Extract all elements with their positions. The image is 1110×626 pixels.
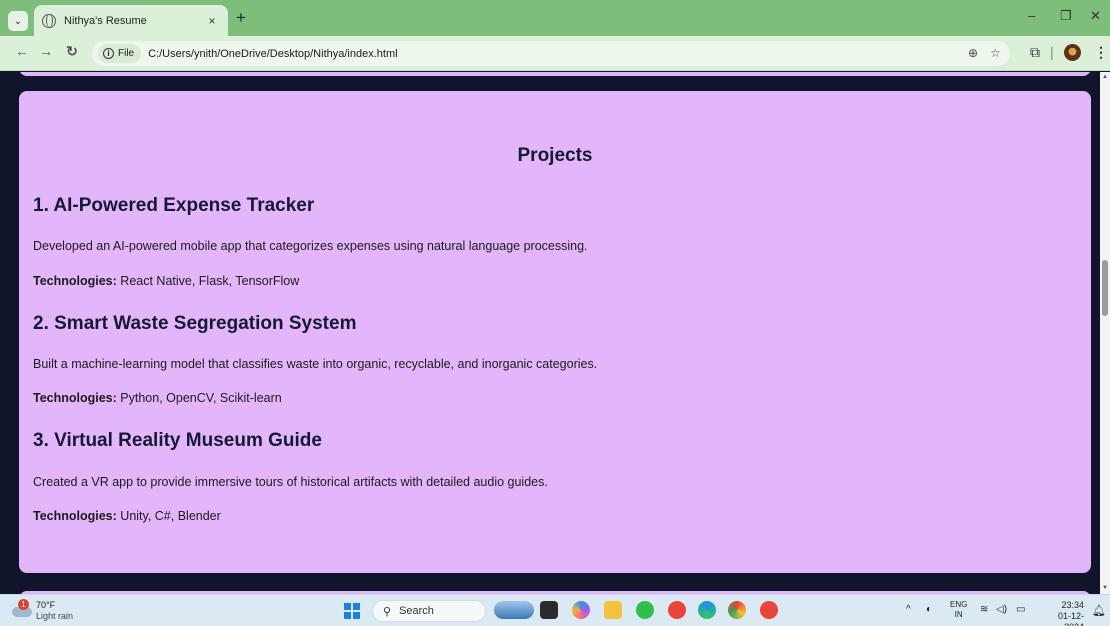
- edge-browser-icon[interactable]: [698, 601, 716, 619]
- tab-search-button[interactable]: ⌄: [8, 11, 28, 31]
- clock-date: 01-12-2024: [1057, 611, 1084, 626]
- tab-title: Nithya's Resume: [64, 14, 147, 27]
- close-window-button[interactable]: ✕: [1090, 8, 1101, 24]
- info-icon: i: [103, 48, 114, 59]
- scrollbar-thumb[interactable]: [1102, 260, 1108, 316]
- show-hidden-icons-chevron-icon[interactable]: ^: [906, 604, 911, 615]
- browser-toolbar: ← → ↻ i File C:/Users/ynith/OneDrive/Des…: [0, 36, 1110, 71]
- bookmark-star-icon[interactable]: ☆: [990, 46, 1001, 60]
- page-scrollbar[interactable]: [1100, 72, 1110, 594]
- globe-icon: [42, 13, 56, 28]
- weather-description: Light rain: [36, 611, 74, 621]
- project-description: Created a VR app to provide immersive to…: [33, 475, 548, 489]
- back-arrow-icon[interactable]: ←: [12, 43, 32, 59]
- project-technologies: Technologies: React Native, Flask, Tenso…: [33, 274, 299, 288]
- battery-icon[interactable]: ▭: [1016, 604, 1025, 615]
- technologies-value: Unity, C#, Blender: [116, 509, 221, 523]
- site-info-label: File: [118, 48, 135, 59]
- forward-arrow-icon[interactable]: →: [36, 43, 56, 59]
- copilot-icon[interactable]: [572, 601, 590, 619]
- project-technologies: Technologies: Unity, C#, Blender: [33, 509, 221, 523]
- project-description: Developed an AI-powered mobile app that …: [33, 239, 588, 253]
- url-text: C:/Users/ynith/OneDrive/Desktop/Nithya/i…: [148, 47, 398, 60]
- technologies-value: Python, OpenCV, Scikit-learn: [116, 391, 282, 405]
- tab-nithyas-resume[interactable]: Nithya's Resume ×: [34, 5, 228, 36]
- project-title: 1. AI-Powered Expense Tracker: [33, 195, 315, 216]
- technologies-label: Technologies:: [33, 274, 117, 288]
- file-explorer-icon[interactable]: [604, 601, 622, 619]
- language-code: ENG: [950, 600, 968, 609]
- chrome-browser-icon[interactable]: [728, 601, 746, 619]
- task-view-icon[interactable]: [540, 601, 558, 619]
- clock[interactable]: 23:34 01-12-2024: [1040, 600, 1084, 626]
- extensions-icon[interactable]: ⧉: [1030, 44, 1040, 61]
- project-title: 2. Smart Waste Segregation System: [33, 313, 357, 334]
- search-label: Search: [399, 605, 434, 617]
- new-tab-button[interactable]: +: [236, 9, 246, 27]
- notification-bell-icon[interactable]: 🔔︎: [1092, 604, 1106, 617]
- app-icon[interactable]: [760, 601, 778, 619]
- region-code: IN: [954, 610, 963, 619]
- technologies-label: Technologies:: [33, 391, 117, 405]
- projects-card: Projects 1. AI-Powered Expense Tracker D…: [19, 91, 1091, 573]
- section-title: Projects: [517, 145, 593, 166]
- project-technologies: Technologies: Python, OpenCV, Scikit-lea…: [33, 391, 282, 405]
- widgets-icon[interactable]: [494, 601, 534, 619]
- clock-time: 23:34: [1061, 600, 1084, 610]
- restore-button[interactable]: ❐: [1060, 8, 1072, 24]
- whatsapp-icon[interactable]: [636, 601, 654, 619]
- chevron-down-icon: ⌄: [13, 15, 23, 27]
- site-info-chip[interactable]: i File: [98, 44, 142, 63]
- weather-widget[interactable]: 1: [12, 599, 32, 617]
- address-bar[interactable]: i File C:/Users/ynith/OneDrive/Desktop/N…: [92, 41, 1010, 66]
- start-windows-icon[interactable]: [344, 603, 360, 619]
- language-indicator[interactable]: ENG IN: [950, 600, 967, 620]
- minimize-button[interactable]: –: [1028, 8, 1035, 23]
- tab-close-icon[interactable]: ×: [204, 14, 220, 28]
- technologies-label: Technologies:: [33, 509, 117, 523]
- more-menu-icon[interactable]: ⋮: [1094, 44, 1108, 61]
- search-icon: ⚲: [383, 605, 392, 618]
- taskbar-search[interactable]: ⚲ Search: [372, 600, 486, 622]
- scroll-up-icon[interactable]: ▲: [1102, 74, 1108, 80]
- profile-avatar[interactable]: [1064, 44, 1081, 61]
- app-icon[interactable]: [668, 601, 686, 619]
- tray-app-icon[interactable]: ◐: [926, 604, 932, 615]
- tab-strip: ⌄ Nithya's Resume × + – ❐ ✕: [0, 0, 1110, 36]
- wifi-icon[interactable]: ≋: [980, 604, 988, 615]
- zoom-icon[interactable]: ⊕: [968, 46, 978, 60]
- toolbar-divider: |: [1050, 44, 1054, 60]
- previous-section-card: [19, 72, 1091, 76]
- page-viewport: Projects 1. AI-Powered Expense Tracker D…: [0, 72, 1100, 594]
- reload-icon[interactable]: ↻: [62, 43, 82, 60]
- weather-temperature: 70°F: [36, 600, 56, 610]
- project-title: 3. Virtual Reality Museum Guide: [33, 430, 322, 451]
- volume-icon[interactable]: ◁): [996, 604, 1007, 615]
- project-description: Built a machine-learning model that clas…: [33, 357, 598, 371]
- scroll-down-icon[interactable]: ▼: [1102, 585, 1108, 591]
- weather-alert-badge: 1: [18, 599, 29, 610]
- technologies-value: React Native, Flask, TensorFlow: [116, 274, 300, 288]
